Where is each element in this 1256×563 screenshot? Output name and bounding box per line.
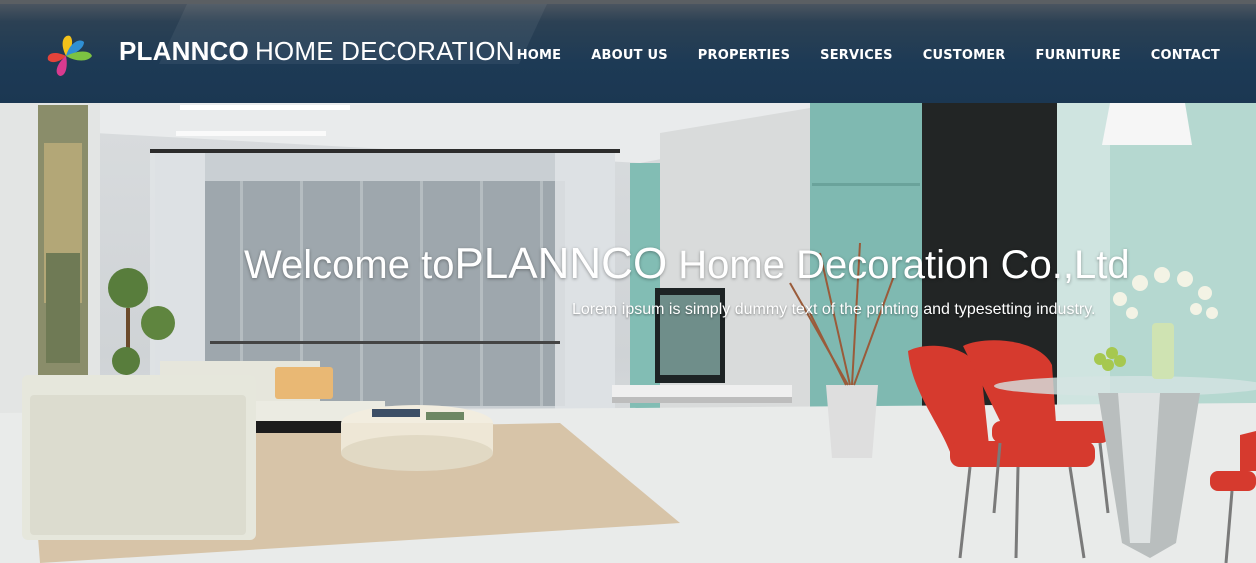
nav-properties[interactable]: PROPERTIES bbox=[683, 48, 805, 63]
hero-title-brand: PLANNCO bbox=[454, 239, 668, 288]
hero-subtitle: Lorem ipsum is simply dummy text of the … bbox=[572, 301, 1096, 318]
nav-customer[interactable]: CUSTOMER bbox=[908, 48, 1021, 63]
brand-name-bold: PLANNCO bbox=[119, 36, 249, 66]
brand-name[interactable]: PLANNCO HOME DECORATION bbox=[119, 36, 515, 67]
nav-services[interactable]: SERVICES bbox=[805, 48, 908, 63]
hero-banner: Welcome toPLANNCO Home Decoration Co.,Lt… bbox=[0, 103, 1256, 563]
pinwheel-logo-icon[interactable] bbox=[44, 34, 106, 80]
nav-furniture[interactable]: FURNITURE bbox=[1021, 48, 1136, 63]
nav-home[interactable]: HOME bbox=[502, 48, 577, 63]
hero-interior-image bbox=[0, 103, 1256, 563]
brand-name-light: HOME DECORATION bbox=[254, 36, 515, 66]
hero-title: Welcome toPLANNCO Home Decoration Co.,Lt… bbox=[244, 239, 1144, 289]
hero-title-suffix: Home Decoration Co.,Ltd bbox=[667, 243, 1130, 287]
nav-contact[interactable]: CONTACT bbox=[1136, 48, 1220, 63]
hero-title-prefix: Welcome to bbox=[244, 243, 455, 287]
site-header: PLANNCO HOME DECORATION HOME ABOUT US PRO… bbox=[0, 0, 1256, 103]
main-nav: HOME ABOUT US PROPERTIES SERVICES CUSTOM… bbox=[502, 48, 1220, 63]
nav-about-us[interactable]: ABOUT US bbox=[576, 48, 683, 63]
